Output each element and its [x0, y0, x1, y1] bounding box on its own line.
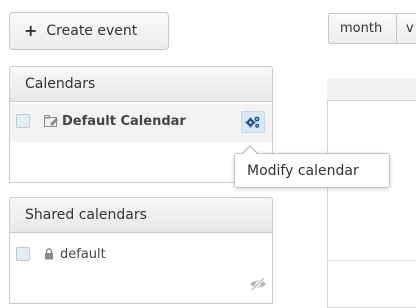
create-event-label: Create event — [46, 23, 138, 39]
calendar-item-label: Default Calendar — [62, 113, 186, 129]
create-event-button[interactable]: + Create event — [9, 12, 169, 50]
tooltip-arrow-fill — [243, 147, 257, 154]
plus-icon: + — [24, 21, 38, 40]
calendar-edit-icon — [44, 115, 59, 127]
view-month-label: month — [340, 21, 383, 36]
gear-icon — [245, 115, 261, 129]
view-month-button[interactable]: month — [328, 13, 397, 44]
lock-icon — [44, 248, 54, 260]
shared-calendars-panel-body — [9, 233, 273, 304]
calendars-panel-header: Calendars — [9, 66, 273, 102]
calendar-grid-divider — [327, 260, 416, 261]
view-week-label: v — [406, 21, 414, 36]
shared-calendars-panel-header: Shared calendars — [9, 197, 273, 233]
tooltip-text: Modify calendar — [247, 162, 359, 179]
shared-calendar-item-label: default — [60, 246, 106, 262]
calendar-checkbox[interactable] — [16, 114, 30, 128]
calendars-panel-title: Calendars — [25, 76, 96, 92]
eye-hidden-icon[interactable] — [249, 276, 267, 292]
calendar-item-default[interactable]: Default Calendar — [16, 112, 186, 130]
view-week-button[interactable]: v — [396, 13, 416, 44]
calendar-grid-header — [327, 78, 416, 101]
modify-calendar-button[interactable] — [241, 111, 265, 133]
shared-calendar-item-default[interactable]: default — [16, 245, 106, 263]
shared-calendar-checkbox[interactable] — [16, 247, 30, 261]
modify-calendar-tooltip: Modify calendar — [234, 153, 390, 188]
calendar-grid[interactable] — [327, 78, 416, 308]
shared-calendars-panel-title: Shared calendars — [25, 207, 147, 223]
